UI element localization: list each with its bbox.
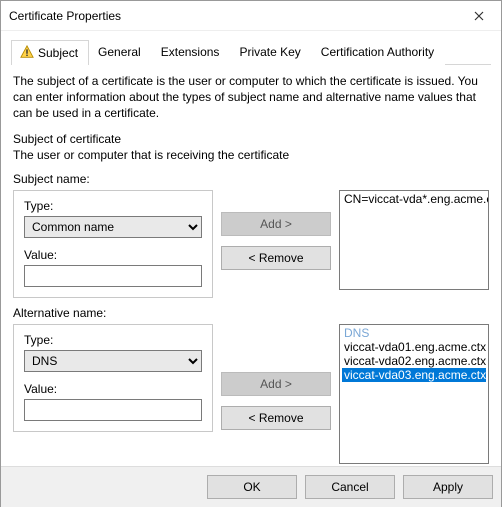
tab-strip: Subject General Extensions Private Key C…	[11, 39, 491, 65]
titlebar: Certificate Properties	[1, 1, 501, 31]
alt-remove-button[interactable]: < Remove	[221, 406, 331, 430]
alt-name-group: Type: DNS Value:	[13, 324, 213, 432]
section-subtitle: The user or computer that is receiving t…	[13, 148, 489, 162]
apply-button[interactable]: Apply	[403, 475, 493, 499]
alt-name-label: Alternative name:	[13, 306, 489, 320]
subject-name-row: Type: Common name Value: Add > < Remove …	[13, 190, 489, 298]
subject-buttons: Add > < Remove	[221, 190, 331, 270]
cancel-button[interactable]: Cancel	[305, 475, 395, 499]
warning-icon	[20, 45, 34, 59]
tab-subject[interactable]: Subject	[11, 40, 89, 65]
subject-value-label: Value:	[24, 248, 202, 262]
tab-body-subject: The subject of a certificate is the user…	[11, 65, 491, 466]
subject-name-list[interactable]: CN=viccat-vda*.eng.acme.ctx	[339, 190, 489, 290]
tab-ca[interactable]: Certification Authority	[312, 40, 445, 65]
alt-name-list[interactable]: DNS viccat-vda01.eng.acme.ctx viccat-vda…	[339, 324, 489, 464]
subject-name-label: Subject name:	[13, 172, 489, 186]
alt-type-label: Type:	[24, 333, 202, 347]
subject-add-button[interactable]: Add >	[221, 212, 331, 236]
description-text: The subject of a certificate is the user…	[13, 73, 489, 122]
subject-name-group: Type: Common name Value:	[13, 190, 213, 298]
alt-type-select[interactable]: DNS	[24, 350, 202, 372]
list-item[interactable]: CN=viccat-vda*.eng.acme.ctx	[342, 192, 486, 206]
subject-value-input[interactable]	[24, 265, 202, 287]
tab-extensions[interactable]: Extensions	[152, 40, 231, 65]
dialog-button-bar: OK Cancel Apply	[1, 466, 501, 507]
content-area: Subject General Extensions Private Key C…	[1, 31, 501, 466]
alt-add-button[interactable]: Add >	[221, 372, 331, 396]
tab-private-key[interactable]: Private Key	[230, 40, 311, 65]
dialog-window: Certificate Properties Subject General E…	[0, 0, 502, 507]
close-button[interactable]	[457, 1, 501, 31]
list-item[interactable]: viccat-vda01.eng.acme.ctx	[342, 340, 486, 354]
tab-general[interactable]: General	[89, 40, 152, 65]
alt-value-input[interactable]	[24, 399, 202, 421]
subject-type-label: Type:	[24, 199, 202, 213]
tab-subject-label: Subject	[38, 46, 78, 60]
alt-list-header: DNS	[342, 326, 486, 340]
subject-type-select[interactable]: Common name	[24, 216, 202, 238]
section-title: Subject of certificate	[13, 132, 489, 146]
list-item[interactable]: viccat-vda02.eng.acme.ctx	[342, 354, 486, 368]
alt-buttons: Add > < Remove	[221, 324, 331, 430]
alt-name-row: Type: DNS Value: Add > < Remove DNS vicc…	[13, 324, 489, 464]
window-title: Certificate Properties	[9, 9, 457, 23]
list-item[interactable]: viccat-vda03.eng.acme.ctx	[342, 368, 486, 382]
ok-button[interactable]: OK	[207, 475, 297, 499]
alt-value-label: Value:	[24, 382, 202, 396]
close-icon	[474, 11, 484, 21]
subject-remove-button[interactable]: < Remove	[221, 246, 331, 270]
